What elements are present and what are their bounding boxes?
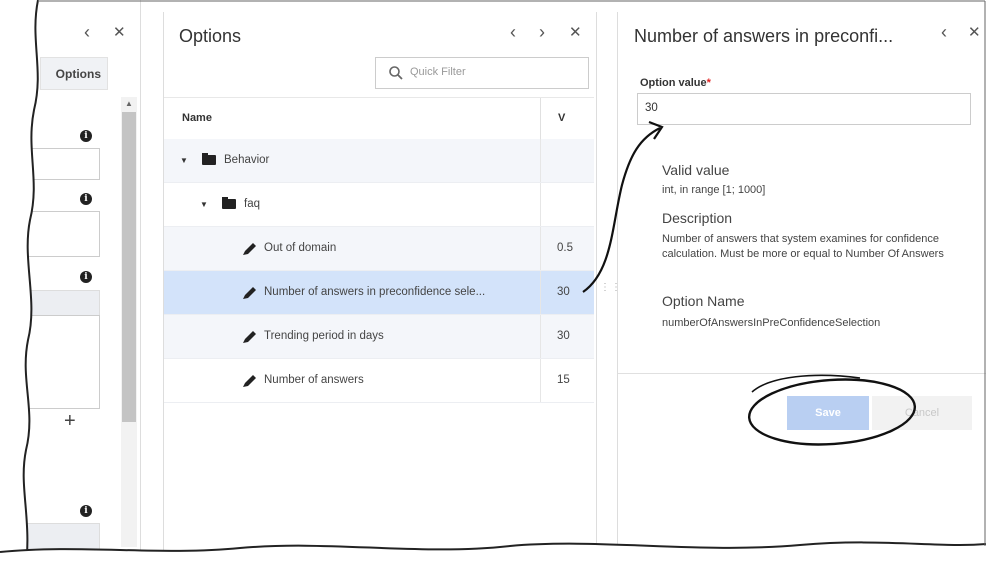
description-text: Number of answers that system examines f… <box>662 233 944 260</box>
column-separator[interactable] <box>540 98 541 140</box>
tree-row-option[interactable]: Out of domain 0.5 <box>164 227 594 271</box>
table-header: Name V <box>164 97 594 141</box>
chevron-left-icon[interactable]: ‹ <box>84 22 90 42</box>
info-icon[interactable]: i <box>80 130 92 142</box>
pencil-icon <box>243 243 256 255</box>
pencil-icon <box>243 331 256 343</box>
column-separator <box>540 315 541 358</box>
search-icon <box>389 66 403 80</box>
row-name: Out of domain <box>264 242 337 254</box>
close-icon[interactable]: ✕ <box>113 23 126 43</box>
info-icon[interactable]: i <box>80 271 92 283</box>
info-icon[interactable]: i <box>80 193 92 205</box>
column-separator <box>540 183 541 226</box>
left-list[interactable] <box>0 315 100 409</box>
pencil-icon <box>243 287 256 299</box>
row-value: 30 <box>557 286 570 298</box>
add-icon[interactable]: + <box>64 410 76 433</box>
quick-filter-placeholder: Quick Filter <box>410 66 466 78</box>
save-button[interactable]: Save <box>787 396 869 430</box>
option-value-label-text: Option value <box>640 77 707 89</box>
column-separator <box>540 359 541 402</box>
close-icon[interactable]: ✕ <box>569 23 582 43</box>
footer-divider <box>618 373 986 374</box>
pencil-icon <box>243 375 256 387</box>
tree-row-faq[interactable]: ▼ faq <box>164 183 594 227</box>
valid-value-heading: Valid value <box>662 162 730 178</box>
row-name: Trending period in days <box>264 330 384 342</box>
chevron-left-icon[interactable]: ‹ <box>510 22 516 42</box>
left-textarea[interactable] <box>0 211 100 257</box>
column-separator <box>540 227 541 270</box>
column-value-header[interactable]: V <box>558 112 565 124</box>
row-name: Behavior <box>224 154 270 166</box>
caret-down-icon[interactable]: ▼ <box>200 200 208 209</box>
details-title: Number of answers in preconfi... <box>634 26 894 46</box>
column-separator <box>540 271 541 314</box>
valid-value-text: int, in range [1; 1000] <box>662 184 766 196</box>
scroll-up-icon[interactable]: ▲ <box>121 97 137 111</box>
column-name-header[interactable]: Name <box>182 112 212 124</box>
description-heading: Description <box>662 210 733 226</box>
row-name: faq <box>244 198 260 210</box>
chevron-right-icon[interactable]: › <box>539 22 545 42</box>
tree-row-option[interactable]: Number of answers 15 <box>164 359 594 403</box>
option-value-label: Option value* <box>640 77 711 89</box>
row-value: 15 <box>557 374 570 386</box>
required-marker: * <box>706 77 711 89</box>
caret-down-icon[interactable]: ▼ <box>180 156 188 165</box>
tab-options[interactable]: Options <box>40 57 108 90</box>
chevron-left-icon[interactable]: ‹ <box>941 22 947 42</box>
cancel-button[interactable]: Cancel <box>872 396 972 430</box>
left-field-1[interactable] <box>0 148 100 180</box>
panel-title: Options <box>179 26 242 46</box>
info-icon[interactable]: i <box>80 505 92 517</box>
row-name: Number of answers <box>264 374 364 386</box>
option-value-input[interactable]: 30 <box>637 93 971 125</box>
tree-row-option-selected[interactable]: Number of answers in preconfidence sele.… <box>164 271 594 315</box>
row-value: 0.5 <box>557 242 573 254</box>
tree-row-behavior[interactable]: ▼ Behavior <box>164 139 594 183</box>
column-separator <box>540 139 541 182</box>
scrollbar-thumb[interactable] <box>122 112 136 422</box>
tree-row-option[interactable]: Trending period in days 30 <box>164 315 594 359</box>
row-name: Number of answers in preconfidence sele.… <box>264 286 486 298</box>
folder-icon <box>202 153 216 165</box>
option-name-text: numberOfAnswersInPreConfidenceSelection <box>662 317 881 329</box>
left-list-header <box>0 290 100 316</box>
row-value: 30 <box>557 330 570 342</box>
left-gray-field <box>0 523 100 555</box>
quick-filter-input[interactable]: Quick Filter <box>375 57 589 89</box>
close-icon[interactable]: ✕ <box>968 23 981 43</box>
option-name-heading: Option Name <box>662 293 745 309</box>
folder-icon <box>222 197 236 209</box>
